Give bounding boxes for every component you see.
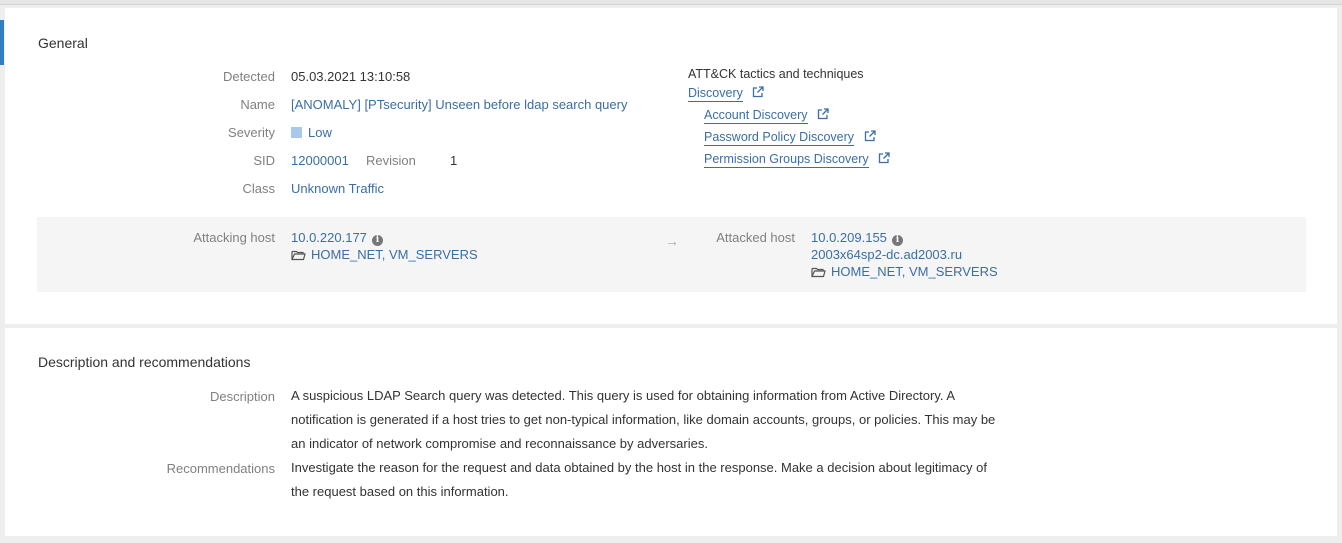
attacking-host-ip: 10.0.220.177 i — [291, 230, 383, 246]
sid-label: SID — [253, 153, 275, 168]
folder-icon — [291, 250, 306, 261]
attacking-host-groups: HOME_NET, VM_SERVERS — [291, 247, 478, 262]
detected-value: 05.03.2021 13:10:58 — [291, 69, 411, 84]
attacking-groups-value: HOME_NET, VM_SERVERS — [311, 247, 478, 262]
description-title: Description and recommendations — [38, 354, 251, 370]
top-divider — [0, 0, 1342, 5]
attacked-host-ip: 10.0.209.155 i — [811, 230, 903, 246]
technique-item[interactable]: Permission Groups Discovery — [704, 152, 890, 168]
hosts-box: Attacking host 10.0.220.177 i HOME_NET, V… — [37, 217, 1306, 292]
severity-label: Severity — [228, 125, 275, 140]
recommendations-text: Investigate the reason for the request a… — [291, 460, 987, 499]
description-panel: Description and recommendations Descript… — [5, 328, 1337, 536]
technique-link-password-policy-discovery[interactable]: Password Policy Discovery — [704, 130, 855, 146]
name-label: Name — [240, 97, 275, 112]
attacked-groups-value: HOME_NET, VM_SERVERS — [831, 264, 998, 279]
section-accent-bar — [0, 20, 4, 65]
technique-link-account-discovery[interactable]: Account Discovery — [704, 108, 808, 124]
class-value: Unknown Traffic — [291, 181, 384, 196]
external-link-icon — [753, 86, 765, 98]
tactic-link[interactable]: Discovery — [688, 86, 743, 102]
sid-value: 12000001 — [291, 153, 349, 168]
attacking-ip-value[interactable]: 10.0.220.177 — [291, 230, 367, 245]
severity-text: Low — [308, 125, 332, 140]
description-text: A suspicious LDAP Search query was detec… — [291, 388, 996, 451]
attack-title: ATT&CK tactics and techniques — [688, 67, 864, 81]
general-panel: General Detected 05.03.2021 13:10:58 Nam… — [0, 8, 1337, 324]
revision-value: 1 — [450, 153, 458, 168]
attack-tactic[interactable]: Discovery — [688, 86, 765, 102]
attacking-host-label: Attacking host — [193, 230, 275, 245]
class-label: Class — [242, 181, 275, 196]
severity-value: Low — [291, 125, 332, 140]
severity-indicator — [291, 127, 302, 138]
attacked-host-label: Attacked host — [716, 230, 795, 245]
description-label: Description — [209, 389, 275, 404]
detected-label: Detected — [222, 69, 275, 84]
attacked-host-groups: HOME_NET, VM_SERVERS — [811, 264, 998, 279]
attacked-hostname: 2003x64sp2-dc.ad2003.ru — [811, 247, 963, 262]
general-title: General — [38, 35, 88, 51]
technique-item[interactable]: Password Policy Discovery — [704, 130, 876, 146]
technique-item[interactable]: Account Discovery — [704, 108, 829, 124]
recommendations-label: Recommendations — [166, 461, 275, 476]
info-icon[interactable]: i — [891, 235, 903, 246]
folder-icon — [811, 267, 826, 278]
name-value: [ANOMALY] [PTsecurity] Unseen before lda… — [291, 97, 628, 112]
info-icon[interactable]: i — [371, 235, 383, 246]
external-link-icon — [878, 152, 890, 164]
attacked-ip-value[interactable]: 10.0.209.155 — [811, 230, 887, 245]
external-link-icon — [817, 108, 829, 120]
technique-link-permission-groups-discovery[interactable]: Permission Groups Discovery — [704, 152, 869, 168]
external-link-icon — [864, 130, 876, 142]
revision-label: Revision — [366, 153, 416, 168]
